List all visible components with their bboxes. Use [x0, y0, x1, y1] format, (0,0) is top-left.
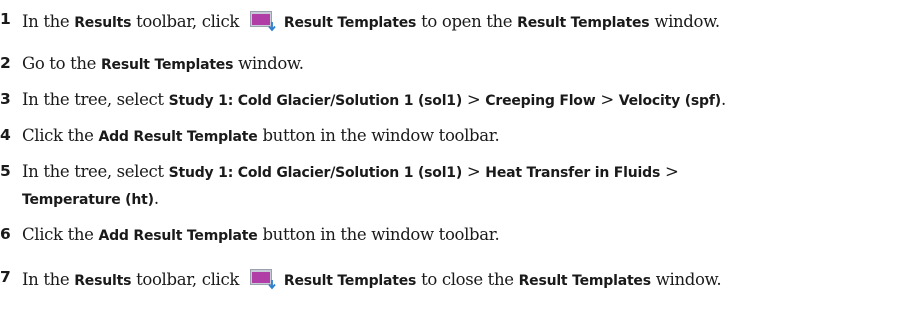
step-text: Click the Add Result Template button in … [22, 126, 500, 145]
result-templates-window-label: Result Templates [100, 57, 234, 73]
step-number: 2 [0, 54, 11, 72]
step-text: In the tree, select Study 1: Cold Glacie… [22, 162, 679, 181]
step-text: In the Results toolbar, click Result Tem… [22, 10, 720, 32]
result-templates-window-label: Result Templates [518, 273, 652, 289]
step-text-segment: button in the window toolbar. [257, 126, 500, 145]
tree-node-temperature: Temperature (ht) [22, 192, 154, 208]
step-text: In the Results toolbar, click Result Tem… [22, 268, 722, 290]
add-result-template-button-label: Add Result Template [98, 129, 258, 145]
step-text-segment: > [660, 162, 679, 181]
results-toolbar-label: Results [74, 15, 132, 31]
add-result-template-button-label: Add Result Template [98, 228, 258, 244]
arrow-down-icon [268, 280, 276, 290]
step-number: 5 [0, 162, 11, 180]
step-text-segment: window. [650, 270, 722, 289]
step-number: 1 [0, 10, 11, 28]
tree-node-solution: Study 1: Cold Glacier/Solution 1 (sol1) [168, 165, 463, 181]
step-text-segment: . [720, 90, 726, 109]
step-text: Click the Add Result Template button in … [22, 225, 500, 244]
step-text: In the tree, select Study 1: Cold Glacie… [22, 90, 726, 109]
tree-node-solution: Study 1: Cold Glacier/Solution 1 (sol1) [168, 93, 463, 109]
step-text-segment: Go to the [22, 54, 101, 73]
step-text: Temperature (ht). [22, 189, 159, 208]
step-text-segment: In the [22, 12, 75, 31]
tree-node-velocity: Velocity (spf) [618, 93, 721, 109]
result-templates-icon[interactable] [248, 10, 278, 32]
results-toolbar-label: Results [74, 273, 132, 289]
step-text-segment: Click the [22, 225, 99, 244]
step-text-segment: Click the [22, 126, 99, 145]
result-templates-button-label[interactable]: Result Templates [284, 15, 417, 31]
step-text-segment: toolbar, click [131, 12, 244, 31]
step-text-segment: toolbar, click [131, 270, 244, 289]
step-text-segment: > [462, 162, 486, 181]
step-number: 3 [0, 90, 11, 108]
step-text-segment: window. [649, 12, 720, 31]
tree-node-creeping-flow: Creeping Flow [485, 93, 596, 109]
result-templates-icon[interactable] [248, 268, 278, 290]
step-text: Go to the Result Templates window. [22, 54, 304, 73]
step-number: 7 [0, 268, 11, 286]
step-number: 6 [0, 225, 11, 243]
result-templates-window-label: Result Templates [517, 15, 650, 31]
tree-node-heat-transfer: Heat Transfer in Fluids [485, 165, 661, 181]
step-text-segment: > [462, 90, 486, 109]
step-number: 4 [0, 126, 11, 144]
step-text-segment: In the [22, 270, 75, 289]
step-text-segment: to open the [416, 12, 518, 31]
step-text-segment: window. [233, 54, 304, 73]
step-text-segment: to close the [416, 270, 519, 289]
arrow-down-icon [268, 22, 276, 32]
step-text-segment: In the tree, select [22, 90, 169, 109]
step-text-segment: . [153, 189, 159, 208]
step-text-segment: In the tree, select [22, 162, 169, 181]
step-text-segment: > [595, 90, 619, 109]
result-templates-button-label[interactable]: Result Templates [284, 273, 417, 289]
step-text-segment: button in the window toolbar. [257, 225, 500, 244]
